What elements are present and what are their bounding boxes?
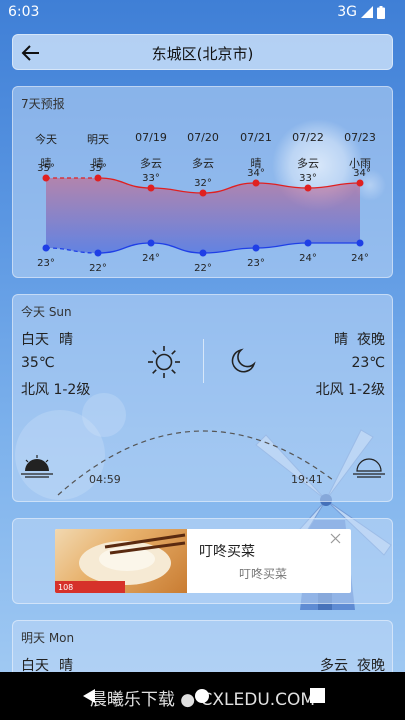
today-card: 今天 Sun 白天 晴 35℃ 北风 1-2级 晴 夜晚 23℃ 北风 1-2级 (12, 294, 393, 502)
low-temp-label: 22° (194, 263, 212, 274)
high-temp-label: 33° (142, 173, 160, 184)
sunrise-icon (21, 455, 53, 478)
page-title: 东城区(北京市) (151, 45, 254, 63)
status-time: 6:03 (8, 4, 40, 20)
battery-icon (377, 5, 385, 19)
low-temp-point (94, 249, 102, 257)
forecast-day-weather: 小雨 (349, 157, 371, 170)
sunset-icon (353, 458, 385, 478)
ad-subtitle: 叮咚买菜 (239, 567, 288, 581)
network-type: 3G (337, 4, 357, 20)
ad-banner[interactable]: 108 叮咚买菜 叮咚买菜 (55, 529, 351, 593)
temperature-range-area (46, 178, 360, 253)
high-temp-label: 33° (299, 173, 317, 184)
forecast-day-weather: 多云 (140, 157, 162, 170)
forecast-day-weather: 晴 (250, 157, 262, 170)
ad-card: 108 叮咚买菜 叮咚买菜 (12, 518, 393, 604)
ad-image: 108 (55, 529, 187, 593)
high-temp-point (252, 179, 260, 187)
sunrise-time: 04:59 (89, 473, 121, 486)
ad-title: 叮咚买菜 (199, 544, 255, 560)
today-night-temp: 23℃ (351, 355, 385, 371)
low-temp-label: 24° (142, 253, 160, 264)
signal-icon (361, 6, 373, 18)
forecast-day-label: 07/21 (240, 131, 272, 144)
forecast-day-label: 明天 (87, 133, 109, 146)
forecast-day-label: 07/19 (135, 131, 167, 144)
status-bar: 6:03 3G (0, 0, 405, 24)
forecast-day-label: 今天 (35, 133, 57, 146)
close-icon[interactable] (330, 533, 341, 544)
high-temp-point (147, 184, 155, 192)
today-night-weather: 晴 (334, 332, 348, 348)
high-temp-point (356, 179, 364, 187)
forecast-day-label: 07/20 (187, 131, 219, 144)
low-temp-label: 23° (247, 258, 265, 269)
sun-path (21, 430, 385, 496)
low-temp-point (252, 244, 260, 252)
sun-icon (148, 346, 180, 378)
sunset-time: 19:41 (291, 473, 323, 486)
forecast-card: 7天预报 35° 35° 33° 32° 34° 33° 34° 23° 22° 24° 22° 23… (12, 86, 393, 278)
high-temp-point (94, 174, 102, 182)
status-icons: 3G (337, 4, 385, 20)
forecast-day-label: 07/22 (292, 131, 324, 144)
svg-text:108: 108 (58, 583, 73, 592)
forecast-day-weather: 晴 (40, 157, 52, 170)
today-day-temp: 35℃ (21, 355, 55, 371)
watermark-text: 晨曦乐下载 ● CXLEDU.COM (89, 690, 316, 710)
moon-icon (231, 348, 256, 373)
low-temp-point (42, 244, 50, 252)
forecast-day-weather: 多云 (297, 157, 319, 170)
low-temp-label: 22° (89, 263, 107, 274)
tomorrow-card: 明天 Mon 白天 晴 多云 夜晚 (12, 620, 393, 680)
high-temp-label: 32° (194, 178, 212, 189)
high-temp-point (304, 184, 312, 192)
divider (203, 339, 204, 383)
today-day-weather: 晴 (59, 332, 73, 348)
today-day-label: 白天 (21, 332, 49, 348)
low-temp-point (356, 239, 364, 247)
forecast-day-weather: 晴 (92, 157, 104, 170)
today-title: 今天 Sun (21, 305, 72, 319)
low-temp-label: 23° (37, 258, 55, 269)
high-temp-point (199, 189, 207, 197)
low-temp-point (199, 249, 207, 257)
forecast-day-label: 07/23 (344, 131, 376, 144)
today-night-label: 夜晚 (357, 332, 385, 348)
forecast-chart: 35° 35°33° 32°34° 33° 34°23° 22°24°22° 23° 24° 2… (37, 163, 371, 274)
low-temp-point (147, 239, 155, 247)
low-temp-label: 24° (351, 253, 369, 264)
high-temp-point (42, 174, 50, 182)
low-temp-label: 24° (299, 253, 317, 264)
tomorrow-title: 明天 Mon (21, 631, 75, 645)
low-temp-point (304, 239, 312, 247)
header-bar: 东城区(北京市) (12, 34, 393, 70)
forecast-day-weather: 多云 (192, 157, 214, 170)
